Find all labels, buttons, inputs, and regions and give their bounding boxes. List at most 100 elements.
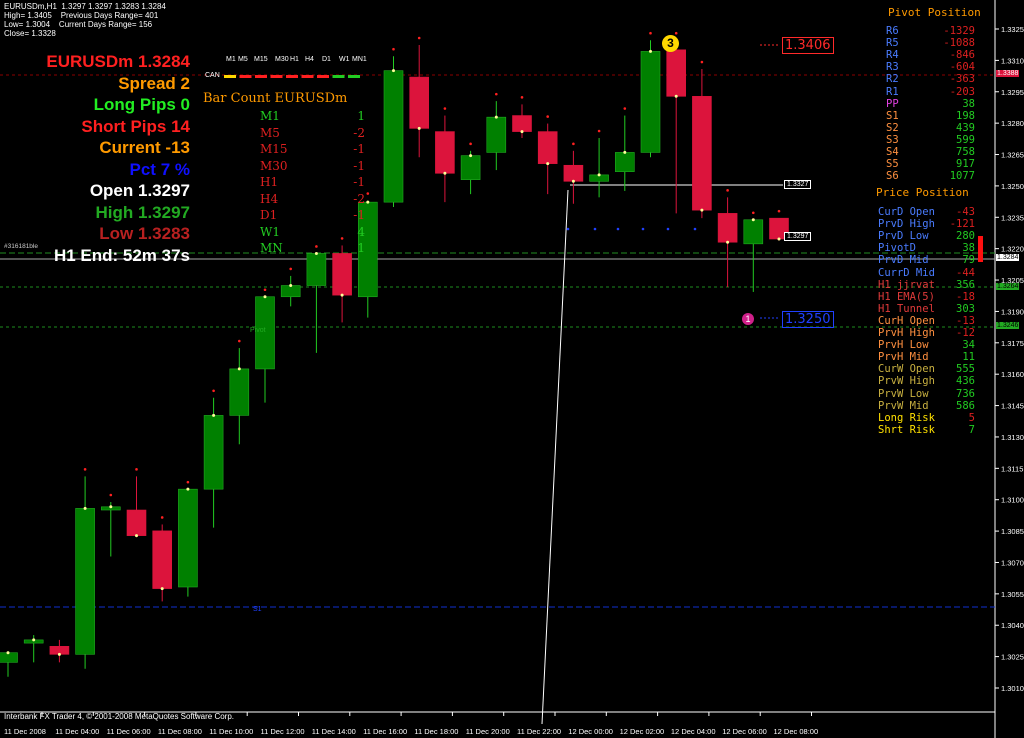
- can-segment-7: [332, 75, 345, 78]
- pricepos-name-4: PrvD Mid: [878, 254, 929, 267]
- pricepos-val-10: -12: [956, 327, 975, 339]
- bar-count-val-4: -1: [353, 175, 365, 189]
- y-tick-label-1: 1.3310: [1001, 56, 1024, 65]
- resistance-dot-9: [238, 339, 241, 343]
- bar-count-val-3: -1: [353, 158, 365, 173]
- y-tick-label-11: 1.3160: [1001, 370, 1024, 379]
- pivot-name-7: S1: [886, 109, 899, 122]
- candle-body-21: [537, 131, 558, 164]
- y-tick-label-9: 1.3190: [1001, 307, 1024, 316]
- pivot-name-0: R6: [886, 25, 899, 37]
- candle-close-dot-29: [751, 218, 755, 222]
- pricepos-val-8: 303: [956, 302, 975, 315]
- resistance-dot-8: [212, 389, 215, 393]
- resistance-dot-29: [752, 211, 755, 215]
- x-tick-label-15: 12 Dec 08:00: [774, 727, 819, 736]
- s1-marker-text: S1: [253, 606, 262, 613]
- pivot-val-7: 198: [956, 109, 975, 122]
- signal-marker-1: 1: [742, 313, 754, 325]
- pivot-val-9: 599: [956, 133, 975, 146]
- tf-header-7: W1: [339, 56, 350, 63]
- pivot-val-8: 439: [956, 121, 975, 134]
- pivot-val-5: -203: [949, 85, 975, 98]
- candle-body-9: [229, 368, 250, 416]
- tf-header-2: M15: [254, 56, 268, 63]
- x-tick-label-12: 12 Dec 02:00: [620, 727, 665, 736]
- pricepos-val-11: 34: [962, 339, 975, 352]
- candle-close-dot-27: [700, 208, 704, 212]
- stat-line-5: Pct 7 %: [129, 159, 190, 179]
- pricepos-val-3: 38: [962, 242, 975, 255]
- pivot-name-9: S3: [886, 133, 899, 146]
- left-axis-tag: #316181ble: [4, 243, 38, 250]
- candle-body-20: [512, 115, 532, 132]
- pivot-name-4: R2: [886, 73, 899, 86]
- candle-body-6: [152, 530, 172, 589]
- chart-info-line1: EURUSDm,H1 1.3297 1.3297 1.3283 1.3284: [4, 2, 166, 11]
- x-tick-label-1: 11 Dec 04:00: [55, 727, 99, 736]
- candle-close-dot-24: [623, 150, 627, 154]
- candle-close-dot-17: [443, 171, 447, 175]
- pricepos-name-2: PrvD Low: [878, 230, 929, 243]
- candle-body-13: [332, 253, 352, 296]
- pivot-name-11: S5: [886, 158, 899, 171]
- pricepos-val-12: 11: [962, 351, 975, 364]
- axis-box-green-2: 1.3246: [996, 322, 1020, 329]
- pricepos-name-16: PrvW Mid: [878, 399, 929, 412]
- y-tick-label-4: 1.3265: [1001, 151, 1024, 160]
- candle-body-18: [460, 155, 481, 180]
- bar-count-tf-4: H1: [260, 175, 279, 189]
- candle-close-dot-21: [546, 162, 550, 166]
- support-dot-5: [693, 227, 697, 231]
- candle-close-dot-30: [777, 237, 781, 241]
- resistance-dot-19: [495, 92, 498, 96]
- bar-count-tf-6: D1: [260, 208, 278, 222]
- resistance-dot-17: [443, 107, 447, 110]
- candle-body-25: [640, 51, 661, 153]
- bar-count-tf-2: M15: [260, 142, 288, 156]
- y-tick-label-0: 1.3325: [1001, 25, 1024, 34]
- price-position-title: Price Position: [876, 186, 969, 199]
- x-tick-label-0: 11 Dec 2008: [4, 727, 46, 736]
- candle-close-dot-9: [237, 367, 241, 371]
- pricepos-name-12: PrvH Mid: [878, 351, 929, 364]
- candle-body-16: [409, 76, 430, 129]
- pricepos-val-9: -13: [956, 314, 975, 327]
- trendline-white: [541, 189, 569, 725]
- bar-count-val-6: -1: [353, 208, 365, 222]
- tf-header-6: D1: [322, 56, 331, 63]
- bar-count-tf-5: H4: [260, 191, 279, 206]
- candle-close-dot-15: [392, 69, 395, 73]
- x-tick-label-11: 12 Dec 00:00: [568, 727, 613, 736]
- pricepos-val-0: -43: [956, 206, 975, 218]
- candle-body-0: [0, 652, 18, 663]
- resistance-dot-11: [289, 267, 293, 271]
- stat-line-8: Low 1.3283: [99, 224, 190, 243]
- y-tick-label-13: 1.3130: [1001, 433, 1024, 442]
- pivot-name-6: PP: [886, 97, 899, 110]
- candle-close-dot-11: [289, 284, 293, 288]
- can-segment-3: [270, 75, 283, 78]
- x-tick-label-6: 11 Dec 14:00: [312, 727, 356, 736]
- axis-box-red: 1.3388: [996, 70, 1020, 77]
- can-segment-0: [224, 75, 236, 78]
- candle-close-dot-1: [32, 638, 36, 642]
- resistance-dot-24: [623, 107, 627, 110]
- bar-count-val-7: 4: [357, 224, 365, 239]
- candle-close-dot-2: [57, 652, 61, 656]
- pricepos-val-1: -121: [949, 218, 975, 231]
- resistance-level-label: 1.3406: [782, 37, 834, 54]
- chart-info-line4: Close= 1.3328: [4, 29, 56, 38]
- y-tick-label-21: 1.3010: [1001, 684, 1024, 693]
- candle-close-dot-28: [726, 240, 730, 244]
- bar-count-tf-8: MN: [260, 241, 283, 255]
- can-segment-2: [255, 75, 267, 78]
- candle-close-dot-13: [340, 293, 344, 297]
- candle-body-28: [717, 213, 738, 243]
- bar-count-tf-7: W1: [260, 224, 280, 239]
- support-dot-1: [593, 227, 597, 231]
- resistance-dot-26: [674, 31, 678, 35]
- pricepos-val-18: 7: [968, 423, 975, 436]
- footer-copyright: Interbank FX Trader 4, © 2001-2008 MetaQ…: [4, 712, 235, 721]
- stat-line-7: High 1.3297: [95, 202, 191, 222]
